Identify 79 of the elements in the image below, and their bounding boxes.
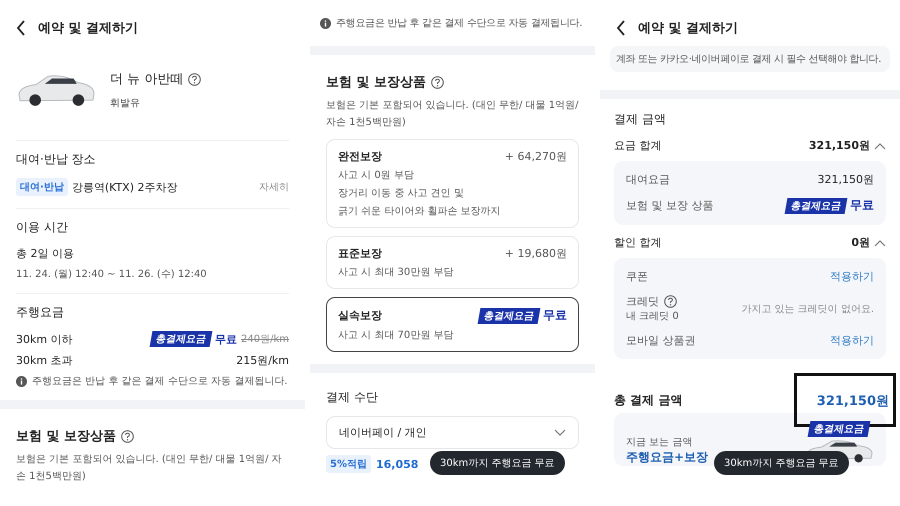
insurance-option[interactable]: 실속보장 총결제요금 무료 사고 시 최대 70만원 부담 [326,297,579,352]
apply-link[interactable]: 적용하기 [830,269,874,284]
fee-badge: 총결제요금 [478,308,540,324]
rental-duration: 총 2일 이용 [16,246,75,261]
item-label: 보험 및 보장 상품 [626,198,714,213]
back-icon[interactable] [16,20,26,36]
promo-caption: 지금 보는 금액 [626,436,694,449]
summary-amount: 0원 [851,235,870,250]
option-name: 완전보장 [338,149,382,164]
option-detail: 사고 시 최대 70만원 부담 [338,329,454,342]
section-heading: 보험 및 보장상품 [326,74,426,91]
credit-note: 가지고 있는 크레딧이 없어요. [741,302,874,316]
fee-badge: 총결제요금 [808,421,870,437]
insurance-description: 보험은 기본 포함되어 있습니다. (대인 무한/ 대물 1억원/ 자손 1천5백만원) [16,453,283,484]
insurance-option[interactable]: 표준보장 + 19,680원 사고 시 최대 30만원 부담 [326,236,579,289]
details-link[interactable]: 자세히 [259,180,289,194]
promo-headline: 주행요금+보장 [626,449,708,466]
option-name: 표준보장 [338,246,382,261]
chevron-up-icon[interactable] [874,238,886,246]
item-label: 쿠폰 [626,269,648,284]
option-price: 무료 [543,307,567,324]
payment-method-select[interactable]: 네이버페이 / 개인 [326,416,579,449]
chevron-up-icon[interactable] [874,142,886,150]
option-price: + 19,680원 [504,246,567,261]
info-icon [16,376,27,386]
screen-title: 예약 및 결제하기 [38,20,138,37]
location-tag: 대여·반납 [16,178,68,196]
insurance-description: 보험은 기본 포함되어 있습니다. (대인 무한/ 대물 1억원/ 자손 1천5백만원) [326,99,579,130]
notice-text: 계좌 또는 카카오·네이버페이로 결제 시 필수 선택해야 합니다. [616,54,882,65]
help-icon [431,76,444,88]
section-heading: 이용 시간 [16,219,69,236]
apply-link[interactable]: 적용하기 [830,333,874,348]
screen-title: 예약 및 결제하기 [638,20,738,37]
section-heading: 결제 수단 [326,389,379,406]
option-detail: 사고 시 최대 30만원 부담 [338,266,454,279]
car-name: 더 뉴 아반떼 [110,71,184,88]
points-tag: 5%적립 [326,455,371,473]
fee-badge: 총결제요금 [150,331,212,347]
option-price: + 64,270원 [504,149,567,164]
info-note: 주행요금은 반납 후 같은 결제 수단으로 자동 결제됩니다. [32,375,288,388]
tooltip: 30km까지 주행요금 무료 [714,451,849,475]
fee-label: 30km 이하 [16,332,73,346]
section-heading: 결제 금액 [614,111,667,128]
help-icon [121,430,134,442]
option-detail: 사고 시 0원 부담 [338,169,415,182]
item-amount: 321,150원 [818,172,874,187]
section-heading: 보험 및 보장상품 [16,428,116,445]
points-amount: 16,058 [376,458,418,470]
summary-amount: 321,150원 [808,138,870,153]
summary-label: 요금 합계 [614,138,662,153]
item-label: 크레딧 [626,294,659,309]
back-icon[interactable] [616,20,626,36]
item-label: 대여요금 [626,172,670,187]
info-note: 주행요금은 반납 후 같은 결제 수단으로 자동 결제됩니다. [336,17,582,30]
fee-price: 무료 [215,332,237,346]
total-label: 총 결제 금액 [614,392,682,408]
original-price: 240원/km [241,333,289,346]
summary-label: 할인 합계 [614,235,662,250]
info-icon [320,18,331,28]
help-icon [188,72,202,86]
rental-period: 11. 24. (월) 12:40 ~ 11. 26. (수) 12:40 [16,268,208,281]
section-heading: 주행요금 [16,304,65,321]
option-name: 실속보장 [338,308,382,323]
option-detail: 긁기 쉬운 타이어와 휠파손 보장까지 [338,205,502,218]
section-heading: 대여·반납 장소 [16,151,97,168]
fee-price: 215원/km [236,353,289,368]
chevron-down-icon [554,428,566,436]
location-name: 강릉역(KTX) 2주차장 [72,180,178,194]
fee-badge: 총결제요금 [784,198,848,214]
item-label: 모바일 상품권 [626,333,696,348]
total-amount: 321,150원 [816,394,889,409]
credit-balance: 내 크레딧 0 [626,310,679,323]
tooltip: 30km까지 주행요금 무료 [430,451,565,475]
help-icon [664,295,677,308]
fee-label: 30km 초과 [16,353,73,368]
insurance-option[interactable]: 완전보장 + 64,270원 사고 시 0원 부담 장거리 이동 중 사고 견인 및 긁기 쉬운 타이어와 휠파손 보장까지 [326,139,579,228]
option-detail: 장거리 이동 중 사고 견인 및 [338,187,465,200]
item-amount: 무료 [850,197,874,214]
fuel-type: 휘발유 [110,97,141,110]
